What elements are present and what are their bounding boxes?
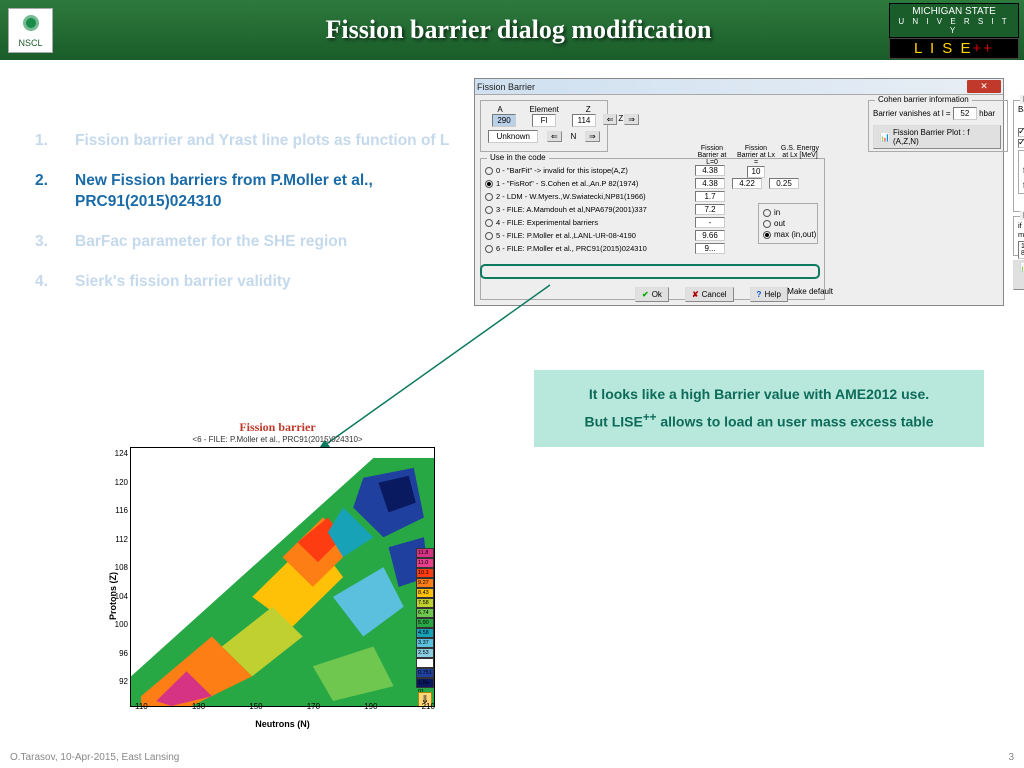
inout-radio[interactable] (763, 220, 771, 228)
model-radio-row[interactable]: 1 - "FisRot" - S.Cohen et al.,An.P 82(19… (485, 178, 820, 189)
z-left-button[interactable]: ⇐ (603, 114, 618, 125)
outline-item: 3.BarFac parameter for the SHE region (35, 231, 455, 253)
barrier-vanishes-value[interactable]: 52 (953, 107, 977, 120)
make-default-label: Make default (787, 287, 833, 296)
model-radio-row[interactable]: 2 - LDM - W.Myers.,W.Swiatecki,NP81(1966… (485, 191, 820, 202)
z-right-button[interactable]: ⇒ (624, 114, 639, 125)
dialog-titlebar[interactable]: Fission Barrier ✕ (475, 79, 1003, 95)
file-note: if FILE data are absent then use LDM mod… (1018, 221, 1024, 239)
cancel-label: Cancel (702, 290, 727, 299)
chart-yticks: 1241201161121081041009692 (112, 440, 128, 697)
outline-item: 1.Fission barrier and Yrast line plots a… (35, 130, 455, 152)
right-arrow-button[interactable]: ⇒ (585, 131, 600, 142)
lise-plus: ++ (972, 40, 994, 57)
barfac-label: Barfac = (1018, 105, 1024, 114)
z2-label: Z (618, 114, 623, 125)
slide-footer: O.Tarasov, 10-Apr-2015, East Lansing 3 (10, 752, 1014, 763)
cohen-title: Cohen barrier information (875, 95, 972, 104)
page-title: Fission barrier dialog modification (13, 15, 1024, 45)
msu-bot: U N I V E R S I T Y (892, 17, 1016, 35)
use-in-code-title: Use in the code (487, 153, 549, 162)
outline-list: 1.Fission barrier and Yrast line plots a… (35, 130, 455, 310)
lise-shell-checkbox[interactable] (1018, 128, 1024, 137)
n-label: N (570, 132, 576, 141)
el-label: Element (530, 105, 559, 114)
header-bar: NSCL Fission barrier dialog modification… (0, 0, 1024, 60)
help-label: Help (764, 290, 780, 299)
close-icon[interactable]: ✕ (967, 80, 1001, 93)
unknown-field: Unknown (488, 130, 538, 143)
chart-area: 11.811.010.19.278.437.586.745.904.583.37… (130, 447, 435, 707)
callout-line2a: But LISE (585, 414, 643, 430)
footer-left: O.Tarasov, 10-Apr-2015, East Lansing (10, 752, 179, 763)
callout-line1: It looks like a high Barrier value with … (552, 382, 966, 407)
aez-group: AElementZ 290 Fl 114 Unknown ⇐ N ⇒ ⇐Z⇒ (480, 100, 608, 152)
cancel-button[interactable]: ✘Cancel (685, 287, 734, 302)
callout-box: It looks like a high Barrier value with … (534, 370, 984, 447)
lise-text: L I S E (914, 40, 972, 57)
models-012-title: For models # 0,1,2 (1020, 95, 1024, 104)
a-input[interactable]: 290 (492, 114, 516, 127)
fission-chart: Fission barrier <6 - FILE: P.Moller et a… (100, 420, 455, 729)
chart-xlabel: Neutrons (N) (110, 719, 455, 729)
plot-yrast-button[interactable]: 📊1.Fission Barrier Plot: f(L) 2.Yrast Li… (1013, 260, 1024, 290)
dialog-title: Fission Barrier (477, 82, 535, 92)
fission-plot-button[interactable]: 📊Fission Barrier Plot : f (A,Z,N) (873, 125, 1001, 149)
radio-icon[interactable] (485, 167, 493, 175)
outline-item: 2.New Fission barriers from P.Moller et … (35, 170, 455, 213)
help-button[interactable]: ?Help (750, 287, 788, 302)
radio-icon[interactable] (485, 193, 493, 201)
page-number: 3 (1008, 752, 1014, 763)
z-label: Z (586, 105, 591, 114)
a-label: A (497, 105, 502, 114)
fission-plot-label: Fission Barrier Plot : f (A,Z,N) (893, 128, 994, 146)
highlight-box (480, 264, 820, 279)
chart-legend: 11.811.010.19.278.437.586.745.904.583.37… (416, 548, 434, 688)
outline-item: 4.Sierk's fission barrier validity (35, 271, 455, 293)
left-arrow-button[interactable]: ⇐ (547, 131, 562, 142)
inout-radio[interactable] (763, 231, 771, 239)
odd-even-group: Odd-Even Delta parameters default for Pr… (1018, 150, 1024, 194)
callout-line2c: allows to load an user mass excess table (656, 414, 933, 430)
msu-top: MICHIGAN STATE (892, 6, 1016, 17)
models-34-title: For models # 3,4 (1020, 211, 1024, 220)
chart-subtitle: <6 - FILE: P.Moller et al., PRC91(2015)0… (100, 435, 455, 444)
msu-lise-logo: MICHIGAN STATEU N I V E R S I T Y L I S … (889, 3, 1019, 59)
radio-icon[interactable] (485, 206, 493, 214)
ldm-model-combo[interactable]: 1 - "FisRot" - S.Cohen et al.,An.P 82(19… (1018, 241, 1024, 259)
cohen-group: Cohen barrier information Barrier vanish… (868, 100, 1008, 152)
fission-barrier-dialog: Fission Barrier ✕ A Element Z 290 Fl 114 U… (474, 78, 1004, 306)
radio-icon[interactable] (485, 232, 493, 240)
radio-icon[interactable] (485, 180, 493, 188)
callout-superscript: ++ (643, 411, 657, 424)
hbar-unit: hbar (979, 109, 995, 118)
radio-icon[interactable] (485, 245, 493, 253)
inout-radio[interactable] (763, 209, 771, 217)
model-radio-row[interactable]: 6 - FILE: P.Moller et al., PRC91(2015)02… (485, 243, 820, 254)
ok-button[interactable]: ✔Ok (635, 287, 669, 302)
z-input[interactable]: 114 (572, 114, 596, 127)
chart-xticks: 110130150170190210 (135, 702, 435, 711)
barrier-vanishes-label: Barrier vanishes at l = (873, 109, 951, 118)
ok-label: Ok (652, 290, 662, 299)
radio-icon[interactable] (485, 219, 493, 227)
chart-title: Fission barrier (100, 420, 455, 435)
odd-even-checkbox[interactable] (1018, 139, 1024, 148)
el-input[interactable]: Fl (532, 114, 556, 127)
models-34-group: For models # 3,4 if FILE data are absent… (1013, 216, 1024, 256)
models-012-group: For models # 0,1,2 Barfac = 9.9 factor t… (1013, 100, 1024, 212)
